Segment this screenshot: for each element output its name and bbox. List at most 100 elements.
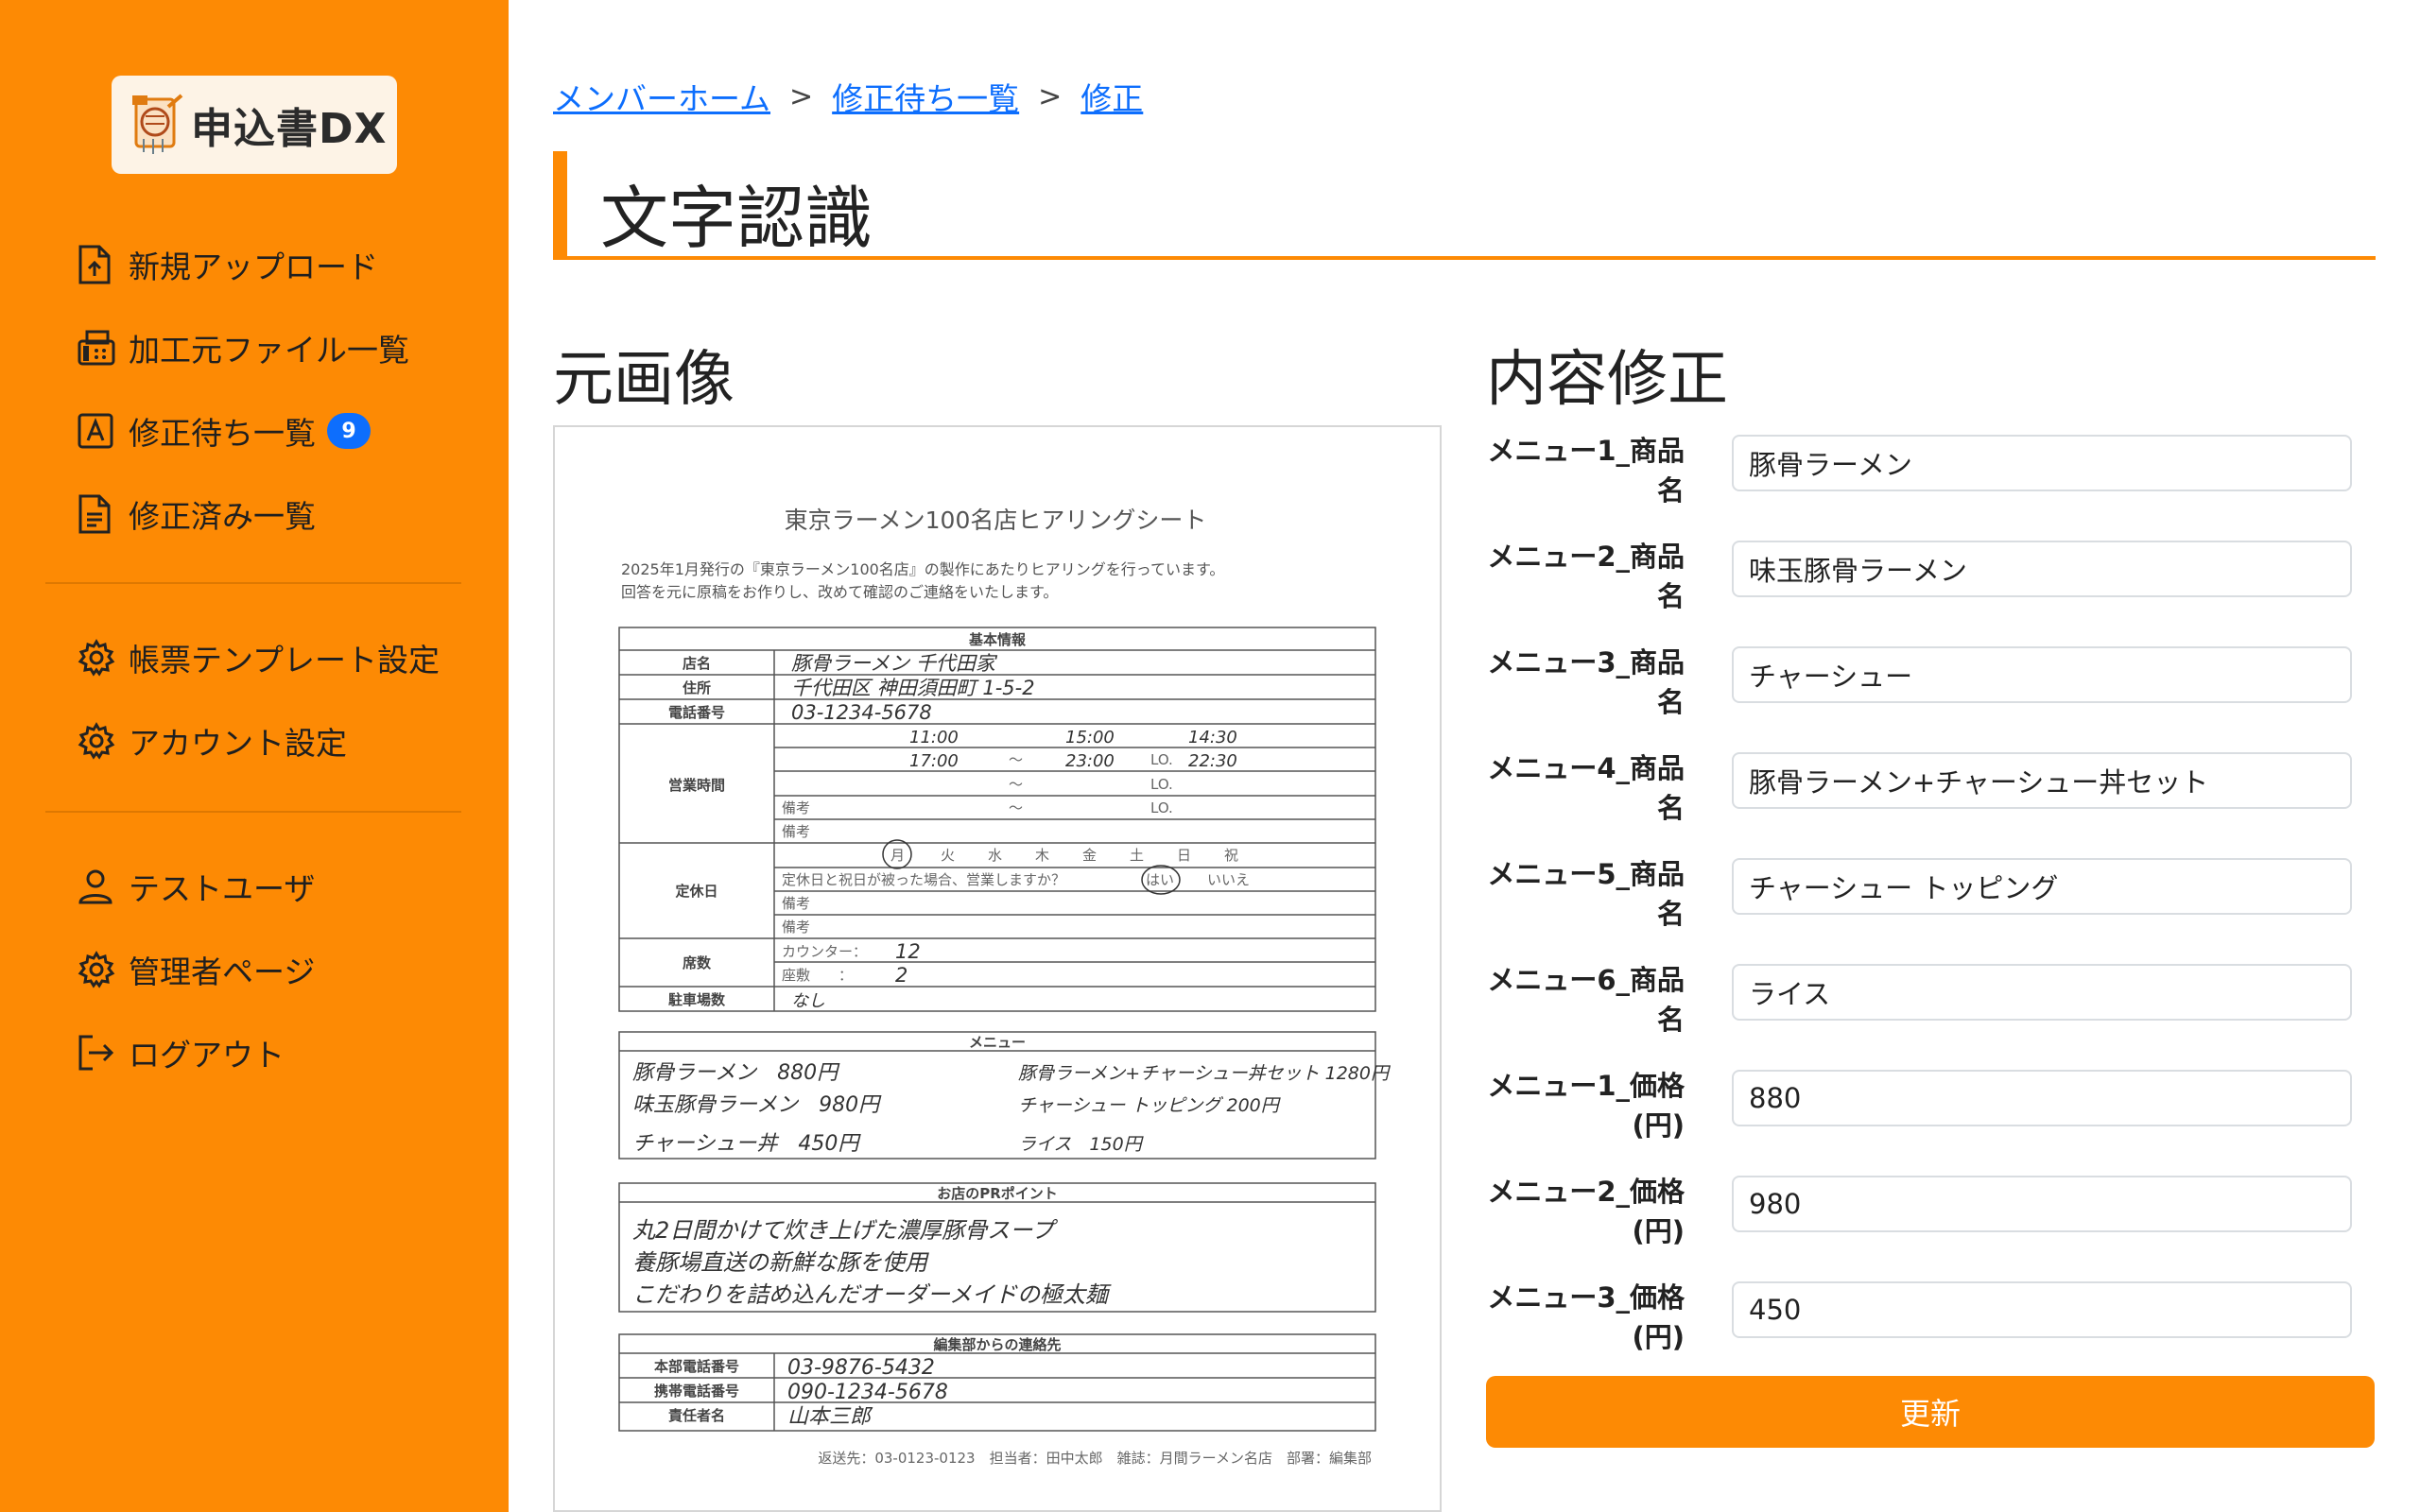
doc-pr-line: こだわりを詰め込んだオーダーメイドの極太麺 xyxy=(632,1281,1112,1308)
doc-footer: 返送先：03-0123-0123 担当者：田中太郎 雑誌：月間ラーメン名店 部署… xyxy=(818,1450,1372,1467)
sidebar-item-label: アカウント設定 xyxy=(129,725,347,762)
doc-contact-label: 本部電話番号 xyxy=(654,1358,739,1375)
fax-icon xyxy=(78,323,119,372)
sidebar-item-label: 修正待ち一覧 xyxy=(129,415,316,452)
menu1-name-input[interactable] xyxy=(1732,435,2352,491)
doc-hw-close1: 15:00 xyxy=(1065,728,1115,747)
breadcrumb-separator: > xyxy=(1038,79,1063,113)
doc-hw-parking: なし xyxy=(791,991,825,1011)
doc-contact-value: 山本三郎 xyxy=(787,1405,873,1429)
update-button[interactable]: 更新 xyxy=(1486,1376,2375,1448)
doc-counter-label: カウンター： xyxy=(782,943,867,960)
sidebar-item-admin-page[interactable]: 管理者ページ xyxy=(78,941,315,998)
breadcrumb-separator: > xyxy=(789,79,814,113)
menu4-name-input[interactable] xyxy=(1732,752,2352,809)
breadcrumb-member-home[interactable]: メンバーホーム xyxy=(553,74,770,119)
menu6-name-input[interactable] xyxy=(1732,964,2352,1021)
doc-day: 火 xyxy=(941,847,955,864)
sidebar-item-label: テストユーザ xyxy=(129,870,316,907)
field-label: メニュー3_商品名 xyxy=(1487,646,1685,718)
field-label: メニュー2_価格(円) xyxy=(1487,1176,1685,1247)
sidebar-item-completed[interactable]: 修正済み一覧 xyxy=(78,486,316,542)
doc-label-holiday: 定休日 xyxy=(675,883,717,900)
doc-lo: LO. xyxy=(1150,751,1173,768)
doc-tilde: ～ xyxy=(1009,799,1023,816)
sidebar-divider xyxy=(45,811,461,813)
sidebar-item-form-template-settings[interactable]: 帳票テンプレート設定 xyxy=(78,629,440,686)
doc-tilde: ～ xyxy=(1009,776,1023,793)
form-row: メニュー4_商品名 xyxy=(1486,748,2375,854)
doc-remarks: 備考 xyxy=(782,799,810,816)
sidebar-item-label: 加工元ファイル一覧 xyxy=(129,332,409,369)
pending-count-badge: 9 xyxy=(327,413,371,449)
page-title-header: 文字認識 xyxy=(553,151,2376,260)
doc-holiday-question: 定休日と祝日が被った場合、営業しますか？ xyxy=(782,871,1065,888)
menu1-price-input[interactable] xyxy=(1732,1070,2352,1126)
doc-label-parking: 駐車場数 xyxy=(668,991,726,1008)
form-row: メニュー2_商品名 xyxy=(1486,537,2375,643)
gear-icon xyxy=(78,716,119,765)
field-label: メニュー4_商品名 xyxy=(1487,752,1685,824)
sidebar-item-label: 新規アップロード xyxy=(129,249,378,285)
doc-menu-line: チャーシュー トッピング 200円 xyxy=(1018,1095,1282,1116)
app-logo[interactable]: 申込書DX xyxy=(112,76,397,174)
doc-label-store: 店名 xyxy=(683,655,711,672)
doc-day: 日 xyxy=(1177,847,1191,864)
doc-contact-value: 090-1234-5678 xyxy=(787,1381,948,1404)
doc-yes: はい xyxy=(1146,871,1174,888)
letter-a-icon xyxy=(78,406,119,455)
breadcrumb: メンバーホーム > 修正待ち一覧 > 修正 xyxy=(553,74,1143,119)
sidebar-item-new-upload[interactable]: 新規アップロード xyxy=(78,236,378,293)
sidebar-item-source-files[interactable]: 加工元ファイル一覧 xyxy=(78,319,409,376)
source-document-image: 東京ラーメン100名店ヒアリングシート 2025年1月発行の『東京ラーメン100… xyxy=(553,425,1442,1512)
source-image-heading: 元画像 xyxy=(553,345,735,415)
sidebar-item-label: 帳票テンプレート設定 xyxy=(129,642,441,679)
doc-menu-line: 豚骨ラーメン 880円 xyxy=(632,1061,840,1085)
sidebar-item-test-user[interactable]: テストユーザ xyxy=(78,858,315,915)
doc-day: 土 xyxy=(1130,847,1144,864)
doc-hw-lo2: 22:30 xyxy=(1188,751,1237,771)
file-upload-icon xyxy=(78,240,119,289)
doc-hw-table-seats: 2 xyxy=(895,964,908,987)
field-label: メニュー6_商品名 xyxy=(1487,964,1685,1036)
doc-hw-lo1: 14:30 xyxy=(1188,728,1237,747)
doc-remarks: 備考 xyxy=(782,895,810,912)
menu3-price-input[interactable] xyxy=(1732,1281,2352,1338)
sidebar-item-pending[interactable]: 修正待ち一覧 9 xyxy=(78,403,371,459)
doc-label-hours: 営業時間 xyxy=(668,777,725,794)
menu2-name-input[interactable] xyxy=(1732,541,2352,597)
file-text-icon xyxy=(78,490,119,539)
sidebar-item-account-settings[interactable]: アカウント設定 xyxy=(78,713,347,769)
menu5-name-input[interactable] xyxy=(1732,858,2352,915)
person-icon xyxy=(78,862,119,911)
form-row: メニュー1_価格(円) xyxy=(1486,1066,2375,1172)
doc-remarks: 備考 xyxy=(782,919,810,936)
form-row: メニュー5_商品名 xyxy=(1486,854,2375,960)
field-label: メニュー5_商品名 xyxy=(1487,858,1685,930)
doc-label-address: 住所 xyxy=(683,679,711,696)
doc-remarks: 備考 xyxy=(782,823,810,840)
breadcrumb-edit[interactable]: 修正 xyxy=(1080,74,1143,119)
doc-hw-counter: 12 xyxy=(895,940,921,963)
form-row: メニュー3_価格(円) xyxy=(1486,1278,2375,1361)
doc-intro-line1: 2025年1月発行の『東京ラーメン100名店』の製作にあたりヒアリングを行ってい… xyxy=(621,560,1224,578)
menu3-name-input[interactable] xyxy=(1732,646,2352,703)
form-row: メニュー3_商品名 xyxy=(1486,643,2375,748)
doc-day: 祝 xyxy=(1224,847,1238,864)
menu2-price-input[interactable] xyxy=(1732,1176,2352,1232)
breadcrumb-pending-list[interactable]: 修正待ち一覧 xyxy=(832,74,1019,119)
doc-hw-store: 豚骨ラーメン 千代田家 xyxy=(791,652,998,675)
doc-label-seats: 席数 xyxy=(683,954,712,971)
doc-lo: LO. xyxy=(1150,776,1173,793)
doc-hw-open1: 11:00 xyxy=(909,728,959,747)
doc-contact-label: 責任者名 xyxy=(668,1407,725,1424)
sidebar-item-logout[interactable]: ログアウト xyxy=(78,1024,285,1081)
doc-menu-line: 味玉豚骨ラーメン 980円 xyxy=(632,1093,882,1117)
field-label: メニュー3_価格(円) xyxy=(1487,1281,1685,1353)
ocr-edit-form[interactable]: メニュー1_商品名 メニュー2_商品名 メニュー3_商品名 メニュー4_商品名 … xyxy=(1486,425,2375,1361)
sidebar-item-label: ログアウト xyxy=(129,1037,285,1074)
doc-menu-header: メニュー xyxy=(969,1034,1026,1051)
field-label: メニュー1_価格(円) xyxy=(1487,1070,1685,1142)
field-label: メニュー2_商品名 xyxy=(1487,541,1685,612)
doc-table-seats-label: 座敷 ： xyxy=(782,967,853,984)
